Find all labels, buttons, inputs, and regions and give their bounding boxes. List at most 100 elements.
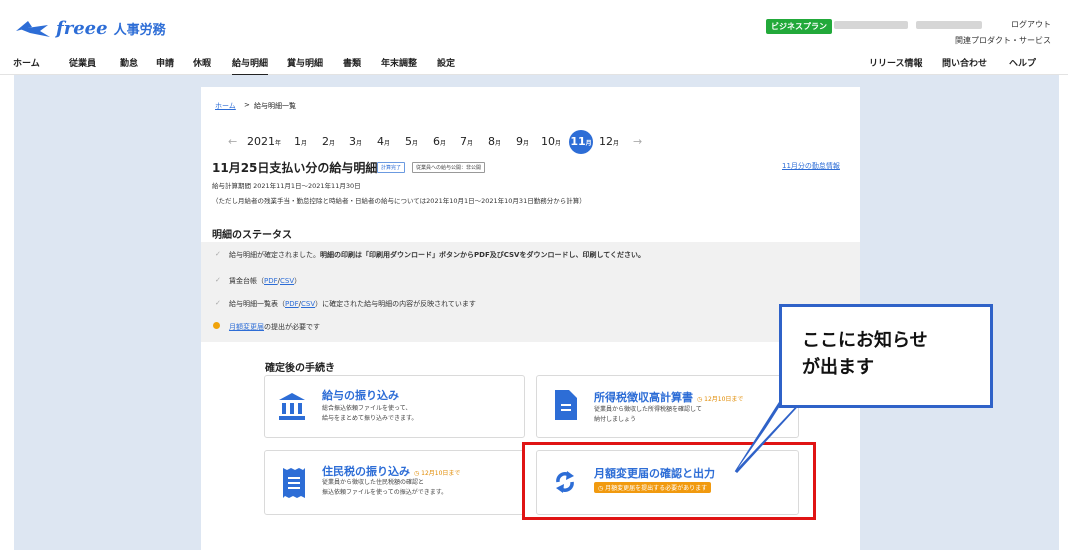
year-label[interactable]: 2021年: [247, 135, 281, 148]
breadcrumb-separator: >: [244, 101, 250, 109]
month-2[interactable]: 2月: [322, 135, 335, 148]
freee-logo[interactable]: freee 人事労務: [14, 18, 166, 39]
payslip-period: 給与計算期間 2021年11月1日〜2021年11月30日: [212, 182, 361, 190]
nav-requests[interactable]: 申請: [156, 56, 174, 69]
check-icon: ✓: [215, 250, 221, 258]
nav-contact[interactable]: 問い合わせ: [942, 56, 987, 69]
card-desc-line2: 振込依頼ファイルを使っての振込ができます。: [322, 489, 448, 496]
nav-bonus-payslips[interactable]: 賞与明細: [287, 56, 323, 69]
card-desc-line2: 納付しましょう: [594, 416, 637, 423]
month-3[interactable]: 3月: [349, 135, 362, 148]
nav-attendance[interactable]: 勤怠: [120, 56, 138, 69]
month-9[interactable]: 9月: [516, 135, 529, 148]
next-year-arrow[interactable]: →: [633, 135, 642, 148]
status-print-instruction: 明細の印刷は「印刷用ダウンロード」ボタンからPDF及びCSVをダウンロードし、印…: [320, 251, 646, 259]
card-desc-line1: 総合振込依頼ファイルを使って、: [322, 405, 412, 412]
prev-year-arrow[interactable]: ←: [228, 135, 237, 148]
month-unit: 月: [356, 140, 363, 147]
status-row-list: 給与明細一覧表（PDF/CSV）に確定された給与明細の内容が反映されています: [229, 299, 476, 309]
breadcrumb-home[interactable]: ホーム: [215, 101, 236, 111]
nav-employees[interactable]: 従業員: [69, 56, 96, 69]
nav-year-end[interactable]: 年末調整: [381, 56, 417, 69]
logo-text: freee: [56, 18, 108, 39]
payslip-title: 11月25日支払い分の給与明細: [212, 161, 378, 175]
attendance-info-link[interactable]: 11月分の勤怠情報: [782, 161, 840, 171]
month-unit: 月: [585, 140, 592, 147]
month-unit: 月: [301, 140, 308, 147]
status-row-monthly-change: 月額変更届の提出が必要です: [229, 322, 320, 332]
month-12[interactable]: 12月: [599, 135, 619, 148]
logo-product-name: 人事労務: [113, 23, 166, 38]
payslip-note: （ただし月給者の残業手当・勤怠控除と時給者・日給者の給与については2021年10…: [212, 197, 586, 205]
status-confirmed-text: 給与明細が確定されました。: [229, 251, 320, 259]
month-4[interactable]: 4月: [377, 135, 390, 148]
month-unit: 月: [440, 140, 447, 147]
list-suffix: ）に確定された給与明細の内容が反映されています: [315, 300, 476, 308]
status-tag-confirmed: 計算完了: [377, 162, 406, 173]
nav-payslips[interactable]: 給与明細: [232, 56, 269, 76]
month-unit: 月: [329, 140, 336, 147]
callout-text: ここにお知らせ が出ます: [802, 327, 928, 381]
list-label: 給与明細一覧表（: [229, 300, 285, 308]
ledger-label: 賃金台帳（: [229, 277, 264, 285]
card-title-text: 所得税徴収高計算書: [594, 391, 693, 404]
ledger-pdf-link[interactable]: PDF: [264, 277, 278, 285]
month-number: 6: [433, 135, 440, 148]
card-title: 給与の振り込み: [322, 389, 399, 402]
card-desc-line2: 給与をまとめて振り込みできます。: [322, 415, 418, 422]
ledger-csv-link[interactable]: CSV: [280, 277, 294, 285]
month-1[interactable]: 1月: [294, 135, 307, 148]
year-value: 2021: [247, 135, 275, 148]
list-csv-link[interactable]: CSV: [301, 300, 315, 308]
month-number: 2: [322, 135, 329, 148]
app-root: freee 人事労務 ビジネスプラン ログアウト 関連プロダクト・サービス ホー…: [0, 0, 1068, 550]
card-salary-transfer[interactable]: 給与の振り込み 総合振込依頼ファイルを使って、 給与をまとめて振り込みできます。: [264, 375, 525, 438]
month-11-selected[interactable]: 11月: [569, 130, 593, 154]
nav-leave[interactable]: 休暇: [193, 56, 211, 69]
logout-link[interactable]: ログアウト: [1011, 19, 1051, 30]
month-number: 5: [405, 135, 412, 148]
month-5[interactable]: 5月: [405, 135, 418, 148]
month-number: 3: [349, 135, 356, 148]
callout-line1: ここにお知らせ: [802, 330, 928, 351]
nav-help[interactable]: ヘルプ: [1009, 56, 1036, 69]
status-heading: 明細のステータス: [212, 230, 292, 241]
nav-documents[interactable]: 書類: [343, 56, 361, 69]
document-icon: [555, 390, 577, 420]
card-resident-tax[interactable]: 住民税の振り込み ◷ 12月10日まで 従業員から徴収した住民税額の確認と 振込依…: [264, 450, 525, 515]
month-number: 7: [460, 135, 467, 148]
card-desc-line1: 従業員から徴収した住民税額の確認と: [322, 479, 425, 486]
month-6[interactable]: 6月: [433, 135, 446, 148]
status-tag-public: 従業員への給与公開：非公開: [412, 162, 486, 173]
bank-icon: [279, 393, 305, 420]
month-10[interactable]: 10月: [541, 135, 561, 148]
month-number: 12: [599, 135, 613, 148]
nav-settings[interactable]: 設定: [437, 56, 455, 69]
nav-release-info[interactable]: リリース情報: [869, 56, 923, 69]
monthly-change-link[interactable]: 月額変更届: [229, 323, 264, 331]
list-pdf-link[interactable]: PDF: [285, 300, 299, 308]
nav-home[interactable]: ホーム: [13, 56, 40, 69]
callout-pointer: [734, 400, 805, 474]
month-8[interactable]: 8月: [488, 135, 501, 148]
deadline-badge: ◷ 12月10日まで: [414, 470, 461, 477]
month-unit: 月: [613, 140, 620, 147]
related-products-link[interactable]: 関連プロダクト・サービス: [955, 35, 1051, 46]
user-name-redacted[interactable]: [916, 21, 982, 29]
card-title: 所得税徴収高計算書 ◷ 12月10日まで: [594, 389, 743, 405]
month-7[interactable]: 7月: [460, 135, 473, 148]
status-row-confirmed: 給与明細が確定されました。明細の印刷は「印刷用ダウンロード」ボタンからPDF及び…: [229, 250, 645, 260]
deadline-text: 12月10日まで: [421, 470, 461, 477]
company-name-redacted: [834, 21, 908, 29]
month-unit: 月: [412, 140, 419, 147]
month-unit: 月: [523, 140, 530, 147]
check-icon: ✓: [215, 276, 221, 284]
month-number: 8: [488, 135, 495, 148]
year-unit: 年: [275, 140, 282, 147]
month-unit: 月: [467, 140, 474, 147]
month-unit: 月: [555, 140, 562, 147]
plan-badge: ビジネスプラン: [766, 19, 832, 34]
procedures-heading: 確定後の手続き: [265, 363, 335, 374]
month-unit: 月: [495, 140, 502, 147]
month-number: 9: [516, 135, 523, 148]
